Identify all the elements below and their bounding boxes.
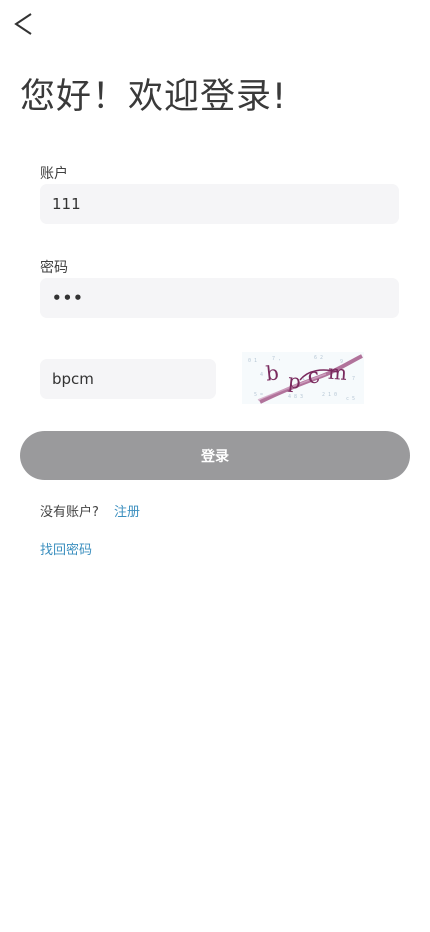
- svg-text:p: p: [287, 368, 302, 393]
- svg-text:4: 4: [260, 372, 263, 378]
- account-input[interactable]: 111: [40, 184, 399, 224]
- svg-text:7: 7: [352, 376, 355, 382]
- captcha-value: bpcm: [52, 370, 94, 388]
- svg-text:0 1: 0 1: [248, 358, 257, 364]
- register-link[interactable]: 注册: [114, 501, 140, 520]
- captcha-graphic: 0 1 7 , 6 2 9 . 5 = 4 8 3 2 1 0 c 5 1 2 …: [242, 352, 364, 404]
- no-account-text: 没有账户?: [40, 505, 99, 520]
- svg-text:2 1 0: 2 1 0: [322, 392, 337, 398]
- chevron-left-icon: [14, 13, 32, 35]
- login-button-label: 登录: [201, 448, 229, 465]
- svg-text:4 8 3: 4 8 3: [288, 394, 303, 400]
- back-button[interactable]: [8, 6, 44, 42]
- page-title: 您好！欢迎登录!: [20, 77, 288, 117]
- svg-text:5 =: 5 =: [254, 392, 263, 398]
- captcha-image[interactable]: 0 1 7 , 6 2 9 . 5 = 4 8 3 2 1 0 c 5 1 2 …: [242, 352, 364, 404]
- svg-text:c 5: c 5: [346, 396, 355, 402]
- password-input[interactable]: •••: [40, 278, 399, 318]
- password-label: 密码: [40, 260, 68, 276]
- account-label: 账户: [40, 166, 68, 182]
- recover-password-link[interactable]: 找回密码: [40, 539, 92, 558]
- login-button[interactable]: 登录: [20, 431, 410, 480]
- password-value: •••: [52, 289, 84, 307]
- svg-text:b: b: [265, 360, 280, 385]
- captcha-input[interactable]: bpcm: [40, 359, 216, 399]
- svg-text:6 2: 6 2: [314, 355, 323, 361]
- account-value: 111: [52, 195, 81, 213]
